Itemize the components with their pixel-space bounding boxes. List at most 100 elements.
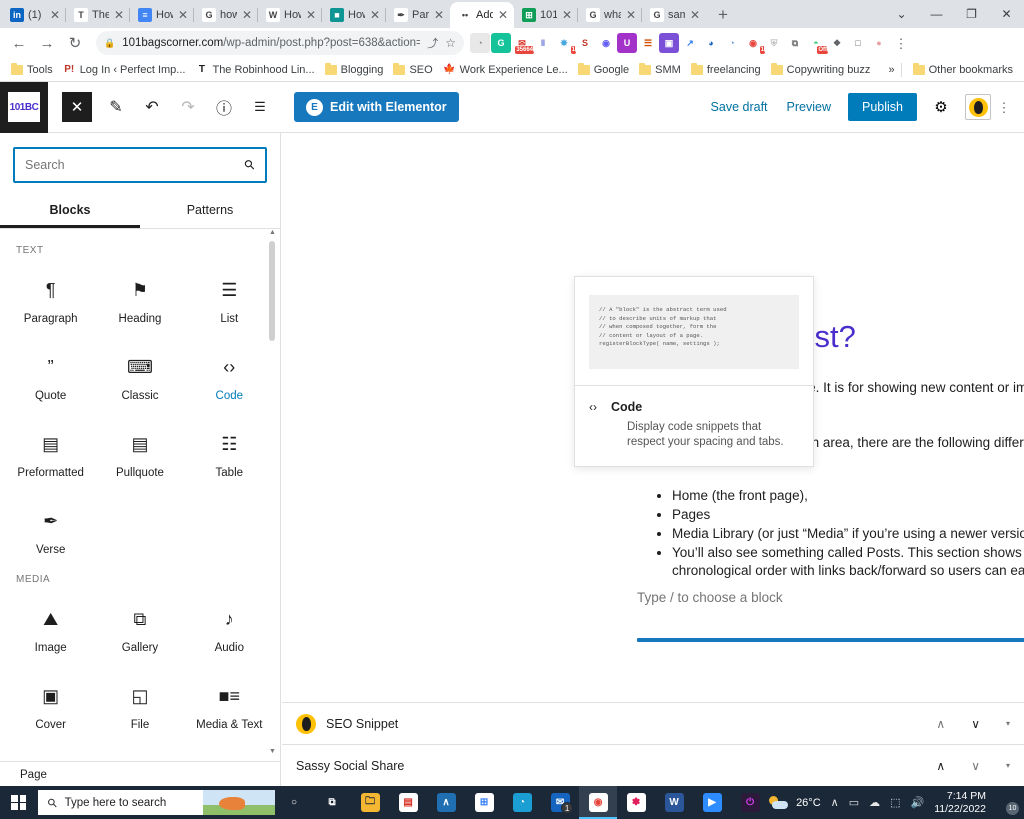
bookmark-item[interactable]: freelancing <box>686 62 766 78</box>
move-up-button[interactable]: ∧ <box>936 759 945 773</box>
browser-tab[interactable]: Gwhat ✕ <box>577 2 642 28</box>
taskbar-search[interactable]: ⚲ Type here to search <box>37 790 276 815</box>
preview-button[interactable]: Preview <box>779 94 839 120</box>
rankmath-icon[interactable] <box>965 94 991 120</box>
loom-ext[interactable]: ◉ <box>596 33 616 53</box>
move-up-button[interactable]: ∧ <box>936 717 945 731</box>
chart-ext[interactable]: ↗ <box>680 33 700 53</box>
start-button[interactable] <box>0 786 38 819</box>
tab-close-icon[interactable]: ✕ <box>497 9 509 21</box>
editor-more-icon[interactable]: ⋮ <box>994 101 1014 114</box>
edge-icon[interactable]: ◔ <box>503 786 541 819</box>
tab-close-icon[interactable]: ✕ <box>369 9 381 21</box>
close-window-button[interactable]: ✕ <box>989 0 1024 28</box>
tab-close-icon[interactable]: ✕ <box>49 9 61 21</box>
red-badge-ext[interactable]: ◉ 1 <box>743 33 765 54</box>
list-view-icon[interactable]: ☰ <box>242 89 278 125</box>
action-center-button[interactable]: 10 <box>996 794 1019 815</box>
list-item[interactable]: Pages <box>672 506 1024 524</box>
back-button[interactable]: ← <box>6 30 32 56</box>
bookmark-item[interactable]: P! Log In ‹ Perfect Imp... <box>58 61 191 78</box>
scroll-up-arrow[interactable]: ▲ <box>268 229 277 240</box>
publish-button[interactable]: Publish <box>848 93 917 121</box>
cortana-icon[interactable]: ○ <box>275 786 313 819</box>
reload-button[interactable]: ↻ <box>62 30 88 56</box>
browser-tab[interactable]: in (1) Fe ✕ <box>2 2 66 28</box>
word-icon[interactable]: W <box>655 786 693 819</box>
block-item[interactable]: ⧉ Gallery <box>95 595 184 672</box>
purple-box-ext[interactable]: ▣ <box>659 33 679 53</box>
bookmark-item[interactable]: 🍁 Work Experience Le... <box>438 61 573 78</box>
tab-close-icon[interactable]: ✕ <box>689 9 701 21</box>
weather-widget[interactable]: 26°C <box>769 795 821 810</box>
volume-tray-icon[interactable]: 🔊 <box>911 796 925 809</box>
tab-close-icon[interactable]: ✕ <box>625 9 637 21</box>
block-item[interactable]: ¶ Paragraph <box>6 266 95 343</box>
bookmark-item[interactable]: SEO <box>388 62 437 78</box>
list-item[interactable]: Media Library (or just “Media” if you’re… <box>672 525 1024 543</box>
onedrive-tray-icon[interactable]: ☁ <box>869 796 880 809</box>
panel-sassy-social-share[interactable]: Sassy Social Share ∧ ∨ ▾ <box>282 744 1024 786</box>
tab-close-icon[interactable]: ✕ <box>113 9 125 21</box>
scrollbar-thumb[interactable] <box>269 241 275 341</box>
snowflake-ext[interactable]: ✸ 1 <box>554 33 576 54</box>
block-item[interactable]: ■≡ Media & Text <box>185 672 274 749</box>
bookmark-star-icon[interactable]: ☆ <box>445 36 456 50</box>
move-down-button[interactable]: ∨ <box>971 759 980 773</box>
bookmark-item[interactable]: SMM <box>634 62 686 78</box>
block-item[interactable]: ✒ Verse <box>6 497 95 574</box>
browser-tab[interactable]: Gsamp ✕ <box>641 2 706 28</box>
bookmark-item[interactable]: Google <box>573 62 634 78</box>
share-icon[interactable]: ⤴ <box>427 35 438 51</box>
gear-icon[interactable]: ⚙ <box>926 92 956 122</box>
other-bookmarks-button[interactable]: Other bookmarks <box>908 62 1018 78</box>
bookmark-item[interactable]: Blogging <box>320 62 389 78</box>
task-view-icon[interactable]: ⧉ <box>313 786 351 819</box>
list-item[interactable]: Home (the front page), <box>672 487 1024 505</box>
analytics-ext[interactable]: ‖ <box>533 33 553 53</box>
seo-s-ext[interactable]: S <box>575 33 595 53</box>
minimize-button[interactable]: — <box>919 0 954 28</box>
move-down-button[interactable]: ∨ <box>971 717 980 731</box>
bookmark-item[interactable]: Tools <box>6 62 58 78</box>
tab-close-icon[interactable]: ✕ <box>241 9 253 21</box>
list-item[interactable]: You’ll also see something called Posts. … <box>672 544 1024 580</box>
address-bar[interactable]: 🔒 101bagscorner.com/wp-admin/post.php?po… <box>96 31 464 55</box>
grammarly-ext[interactable]: ◔ <box>470 33 490 53</box>
tab-close-icon[interactable]: ✕ <box>433 9 445 21</box>
ubersuggest-ext[interactable]: U <box>617 33 637 53</box>
profile-avatar[interactable]: ● <box>869 33 889 53</box>
browser-tab[interactable]: ■ How ✕ <box>321 2 386 28</box>
block-item[interactable]: ▣ Cover <box>6 672 95 749</box>
breadcrumb[interactable]: Page <box>0 761 280 788</box>
forward-button[interactable]: → <box>34 30 60 56</box>
pencil-icon[interactable]: ✎ <box>98 89 134 125</box>
block-item[interactable]: ◱ File <box>95 672 184 749</box>
undo-icon[interactable]: ↶ <box>134 89 170 125</box>
chrome-icon[interactable]: ◉ <box>579 786 618 819</box>
tab-close-icon[interactable]: ✕ <box>305 9 317 21</box>
tab-close-icon[interactable]: ✕ <box>561 9 573 21</box>
copy-ext[interactable]: ⧉ <box>785 33 805 53</box>
tab-close-icon[interactable]: ✕ <box>177 9 189 21</box>
camera-tray-icon[interactable]: ▭ <box>849 796 859 809</box>
tab-search-button[interactable]: ⌄ <box>884 0 919 28</box>
browser-tab[interactable]: ✒ Parag ✕ <box>385 2 450 28</box>
search-input[interactable] <box>25 158 246 172</box>
network-tray-icon[interactable]: ⬚ <box>890 796 900 809</box>
store-icon[interactable]: ⊞ <box>465 786 503 819</box>
block-item[interactable]: ⛰ Image <box>6 595 95 672</box>
zoom-icon[interactable]: ▶ <box>693 786 731 819</box>
mail-counter-ext[interactable]: ✉ 35664 <box>512 33 534 54</box>
puzzle-ext[interactable]: ❖ <box>827 33 847 53</box>
block-item[interactable]: ♪ Audio <box>185 595 274 672</box>
block-item[interactable]: ⌨ Classic <box>95 343 184 420</box>
drop-ext[interactable]: ◕ <box>701 33 721 53</box>
browser-tab[interactable]: •• Add ✕ <box>450 2 514 28</box>
browser-tab[interactable]: Ghow ✕ <box>193 2 258 28</box>
empty-block-placeholder[interactable]: Type / to choose a block <box>637 590 783 605</box>
tab-patterns[interactable]: Patterns <box>140 191 280 228</box>
panel-seo-snippet[interactable]: SEO Snippet ∧ ∨ ▾ <box>282 702 1024 744</box>
grammarly-green-ext[interactable]: G <box>491 33 511 53</box>
block-item[interactable]: ⚑ Heading <box>95 266 184 343</box>
